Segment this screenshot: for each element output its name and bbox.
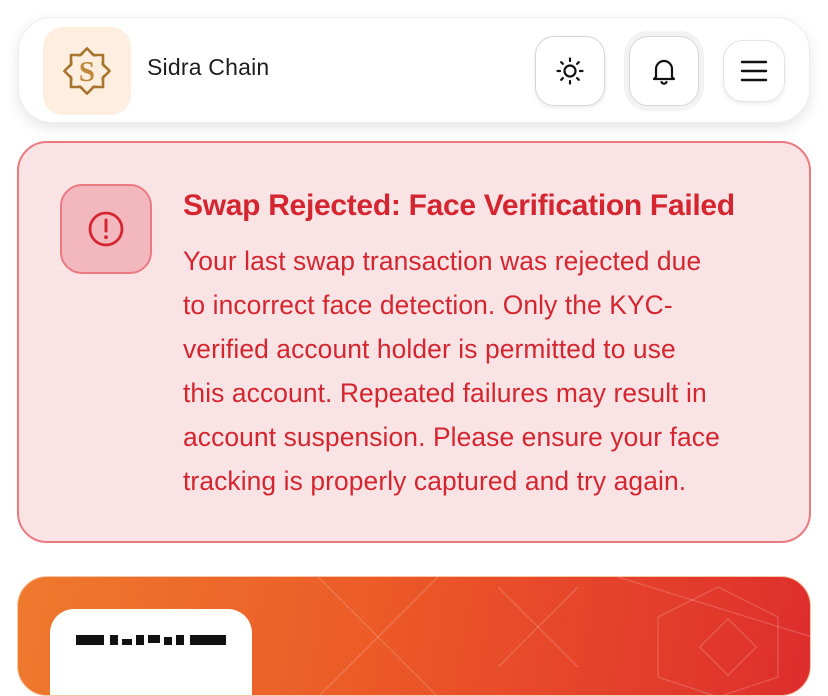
alert-message-line: account suspension. Please ensure your f… xyxy=(183,422,720,452)
theme-toggle-button[interactable] xyxy=(535,36,605,106)
menu-button[interactable] xyxy=(723,40,785,102)
app-logo[interactable]: S xyxy=(43,27,131,115)
bell-icon xyxy=(652,59,676,85)
wallet-card[interactable] xyxy=(17,576,811,696)
alert-message-line: verified account holder is permitted to … xyxy=(183,334,676,364)
sun-icon xyxy=(556,57,584,85)
alert-icon-container xyxy=(60,184,152,274)
alert-message-line: Your last swap transaction was rejected … xyxy=(183,246,702,276)
sidra-star-logo-icon: S xyxy=(63,47,111,95)
svg-text:S: S xyxy=(79,56,95,88)
app-header: S Sidra Chain xyxy=(18,17,810,123)
hamburger-menu-icon xyxy=(740,60,768,82)
alert-message-line: this account. Repeated failures may resu… xyxy=(183,378,707,408)
qr-code-icon xyxy=(76,635,226,645)
alert-message: Your last swap transaction was rejected … xyxy=(183,239,783,503)
alert-message-line: tracking is properly captured and try ag… xyxy=(183,466,687,496)
alert-title: Swap Rejected: Face Verification Failed xyxy=(183,189,735,222)
app-title: Sidra Chain xyxy=(147,54,270,80)
alert-message-line: to incorrect face detection. Only the KY… xyxy=(183,290,673,320)
exclamation-circle-icon xyxy=(88,211,124,247)
notifications-button[interactable] xyxy=(629,36,699,106)
qr-code-container[interactable] xyxy=(50,609,252,695)
swap-rejected-alert: Swap Rejected: Face Verification Failed … xyxy=(17,141,811,543)
